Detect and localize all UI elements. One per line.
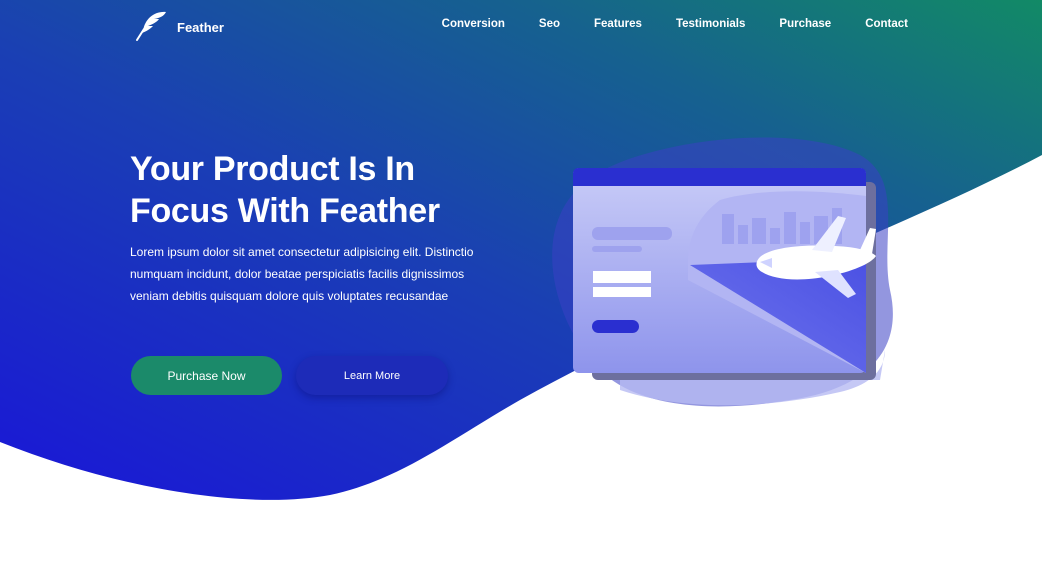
brand-logo[interactable]: Feather — [135, 9, 224, 43]
nav-links: Conversion Seo Features Testimonials Pur… — [408, 18, 908, 30]
hero-title: Your Product Is In Focus With Feather — [130, 148, 490, 232]
learn-more-button[interactable]: Learn More — [296, 356, 448, 395]
top-navigation: Feather Conversion Seo Features Testimon… — [0, 0, 1042, 50]
nav-link-features[interactable]: Features — [594, 18, 642, 30]
nav-link-conversion[interactable]: Conversion — [442, 18, 505, 30]
brand-name: Feather — [177, 19, 224, 35]
hero-title-line-1: Your Product Is In — [130, 150, 415, 188]
purchase-now-button[interactable]: Purchase Now — [131, 356, 282, 395]
hero-description: Lorem ipsum dolor sit amet consectetur a… — [130, 245, 474, 303]
browser-window-airplane-illustration — [552, 137, 893, 407]
nav-link-purchase[interactable]: Purchase — [779, 18, 831, 30]
nav-link-contact[interactable]: Contact — [865, 18, 908, 30]
nav-link-seo[interactable]: Seo — [539, 18, 560, 30]
nav-link-testimonials[interactable]: Testimonials — [676, 18, 745, 30]
hero-title-line-2: Focus With Feather — [130, 192, 440, 230]
feather-icon — [136, 11, 166, 41]
